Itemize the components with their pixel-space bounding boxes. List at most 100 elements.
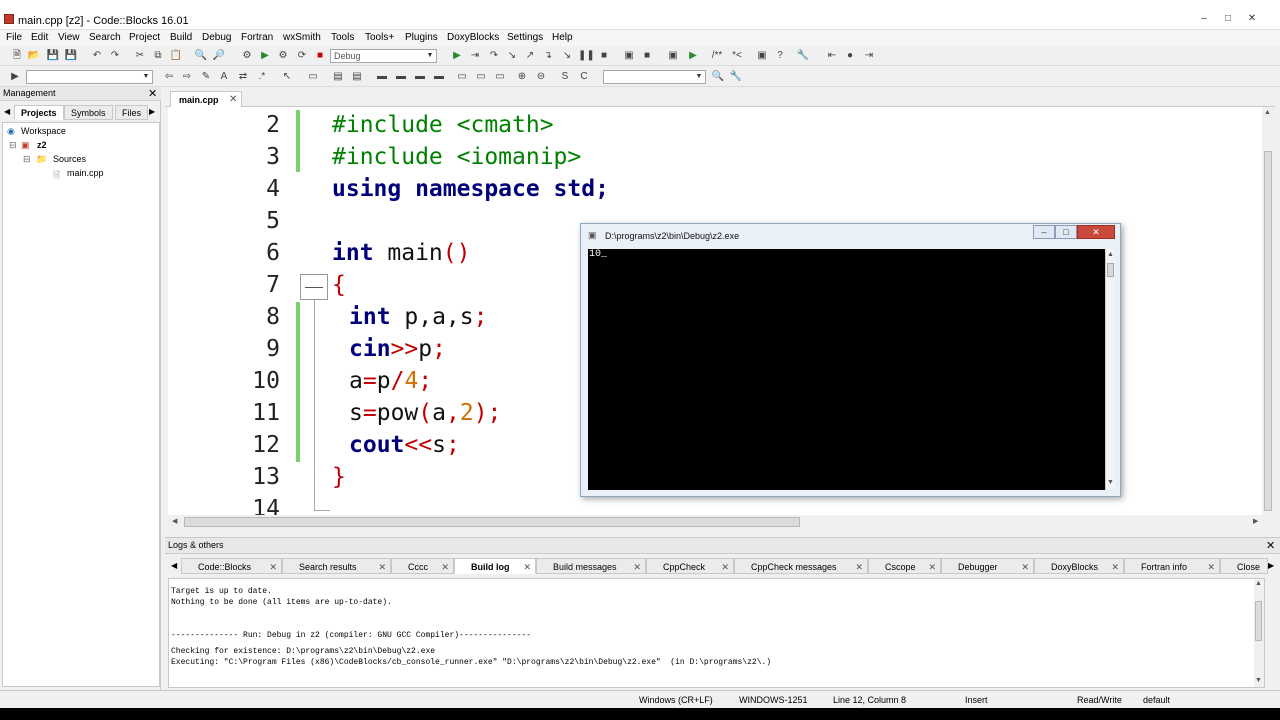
console-output-area[interactable]: 10_ ▲ ▼ xyxy=(588,249,1115,490)
tab-scroll-left-icon[interactable]: ◀ xyxy=(171,561,177,570)
find-icon[interactable]: 🔍 xyxy=(194,49,208,63)
scroll-down-icon[interactable]: ▼ xyxy=(1255,677,1262,684)
line-comment-icon[interactable]: *< xyxy=(730,49,744,63)
close-icon[interactable]: ✕ xyxy=(1111,559,1119,575)
tab-scroll-right-icon[interactable]: ▶ xyxy=(1268,561,1274,570)
console-scrollbar[interactable]: ▲ ▼ xyxy=(1105,249,1115,490)
wxsmith-icon[interactable]: ▣ xyxy=(666,49,680,63)
replace-icon[interactable]: 🔎 xyxy=(212,49,226,63)
fold-marker[interactable] xyxy=(300,274,328,300)
build-log-output[interactable]: Target is up to date. Nothing to be done… xyxy=(168,578,1265,688)
close-icon[interactable]: ✕ xyxy=(1266,539,1275,552)
minimize-icon[interactable]: – xyxy=(1198,14,1210,24)
search-icon[interactable]: 🔍 xyxy=(711,70,725,84)
tab-files[interactable]: Files xyxy=(115,105,149,120)
step-into-icon[interactable]: ↘ xyxy=(505,49,519,63)
tab-cscope[interactable]: Cscope ✕ xyxy=(868,558,941,574)
block-icon[interactable]: ▬ xyxy=(375,70,389,84)
close-icon[interactable]: ✕ xyxy=(269,559,277,575)
menu-debug[interactable]: Debug xyxy=(202,32,231,43)
step-out-icon[interactable]: ↗ xyxy=(523,49,537,63)
close-icon[interactable]: ✕ xyxy=(633,559,641,575)
block4-icon[interactable]: ▬ xyxy=(432,70,446,84)
menu-tools-plus[interactable]: Tools+ xyxy=(365,32,394,43)
tab-build-messages[interactable]: Build messages ✕ xyxy=(536,558,646,574)
console-window[interactable]: ▣ D:\programs\z2\bin\Debug\z2.exe – □ ✕ … xyxy=(580,223,1121,497)
save-all-icon[interactable]: 💾 xyxy=(64,49,78,63)
stop-debugger-icon[interactable]: ■ xyxy=(597,49,611,63)
help-icon[interactable]: ? xyxy=(773,49,787,63)
block3-icon[interactable]: ▬ xyxy=(413,70,427,84)
close-icon[interactable]: ✕ xyxy=(1021,559,1029,575)
menu-build[interactable]: Build xyxy=(170,32,192,43)
tab-doxyblocks[interactable]: DoxyBlocks ✕ xyxy=(1034,558,1124,574)
undo-icon[interactable]: ↶ xyxy=(90,49,104,63)
copy-icon[interactable]: ⧉ xyxy=(151,49,165,63)
scroll-up-icon[interactable]: ▲ xyxy=(1264,109,1271,116)
various-info-icon[interactable]: ■ xyxy=(640,49,654,63)
match-icon[interactable]: ⇄ xyxy=(236,70,250,84)
tab-debugger[interactable]: Debugger ✕ xyxy=(941,558,1034,574)
menu-settings[interactable]: Settings xyxy=(507,32,543,43)
close-icon[interactable]: ✕ xyxy=(523,559,531,575)
close-icon[interactable]: ✕ xyxy=(1246,14,1258,24)
menu-file[interactable]: File xyxy=(6,32,22,43)
c-icon[interactable]: C xyxy=(577,70,591,84)
new-file-icon[interactable]: 🗎 xyxy=(10,49,24,63)
scroll-down-icon[interactable]: ▼ xyxy=(1107,479,1114,486)
collapse-icon[interactable]: ⊟ xyxy=(23,154,31,165)
run-icon[interactable]: ▶ xyxy=(258,49,272,63)
tab-scroll-left-icon[interactable]: ◀ xyxy=(4,107,10,116)
menu-edit[interactable]: Edit xyxy=(31,32,48,43)
menu-project[interactable]: Project xyxy=(129,32,160,43)
scope-select[interactable]: ▼ xyxy=(26,70,153,84)
s-icon[interactable]: S xyxy=(558,70,572,84)
close-icon[interactable]: ✕ xyxy=(1077,225,1115,239)
menu-fortran[interactable]: Fortran xyxy=(241,32,273,43)
tree-folder-sources[interactable]: Sources xyxy=(53,154,86,164)
collapse-icon[interactable]: ⊟ xyxy=(9,140,17,151)
tab-scroll-right-icon[interactable]: ▶ xyxy=(149,107,155,116)
open-icon[interactable]: 📂 xyxy=(27,49,41,63)
tab-main-cpp[interactable]: main.cpp ✕ xyxy=(170,91,242,107)
arrow-right-icon[interactable]: ⇨ xyxy=(180,70,194,84)
rect-icon[interactable]: ▭ xyxy=(306,70,320,84)
menu-tools[interactable]: Tools xyxy=(331,32,354,43)
minimize-icon[interactable]: – xyxy=(1033,225,1055,239)
tab-projects[interactable]: Projects xyxy=(14,105,64,120)
arrow-left-icon[interactable]: ⇦ xyxy=(162,70,176,84)
function-select[interactable]: ▼ xyxy=(603,70,706,84)
zoom-out-icon[interactable]: ⊖ xyxy=(534,70,548,84)
next-instruction-icon[interactable]: ↴ xyxy=(541,49,555,63)
close-icon[interactable]: ✕ xyxy=(441,559,449,575)
select-icon[interactable]: A xyxy=(217,70,231,84)
menu-plugins[interactable]: Plugins xyxy=(405,32,438,43)
build-target-select[interactable]: Debug ▼ xyxy=(330,49,437,63)
tab-fortran-info[interactable]: Fortran info ✕ xyxy=(1124,558,1220,574)
run-target-icon[interactable]: ▶ xyxy=(686,49,700,63)
abort-icon[interactable]: ■ xyxy=(313,49,327,63)
html-icon[interactable]: ▣ xyxy=(755,49,769,63)
next-line-icon[interactable]: ↷ xyxy=(487,49,501,63)
redo-icon[interactable]: ↷ xyxy=(108,49,122,63)
tab-search-results[interactable]: Search results ✕ xyxy=(282,558,391,574)
scroll-thumb[interactable] xyxy=(1107,263,1114,277)
pause-icon[interactable]: ❚❚ xyxy=(578,49,595,63)
jump-forward-icon[interactable]: ⇥ xyxy=(862,49,876,63)
tree-file-main[interactable]: main.cpp xyxy=(67,168,104,178)
tree-workspace[interactable]: Workspace xyxy=(21,126,66,136)
layout2-icon[interactable]: ▤ xyxy=(350,70,364,84)
build-and-run-icon[interactable]: ⚙ xyxy=(276,49,290,63)
regex-icon[interactable]: .* xyxy=(255,70,269,84)
close-icon[interactable]: ✕ xyxy=(229,94,237,105)
scroll-left-icon[interactable]: ◀ xyxy=(172,517,177,525)
step-instruction-icon[interactable]: ↘ xyxy=(560,49,574,63)
close-icon[interactable]: ✕ xyxy=(148,87,157,100)
pointer-icon[interactable]: ↖ xyxy=(280,70,294,84)
maximize-icon[interactable]: □ xyxy=(1055,225,1077,239)
menu-search[interactable]: Search xyxy=(89,32,121,43)
tab-cppcheck-messages[interactable]: CppCheck messages ✕ xyxy=(734,558,868,574)
comment-icon[interactable]: /** xyxy=(710,49,724,63)
menu-doxyblocks[interactable]: DoxyBlocks xyxy=(447,32,499,43)
tab-build-log[interactable]: Build log ✕ xyxy=(454,558,536,574)
